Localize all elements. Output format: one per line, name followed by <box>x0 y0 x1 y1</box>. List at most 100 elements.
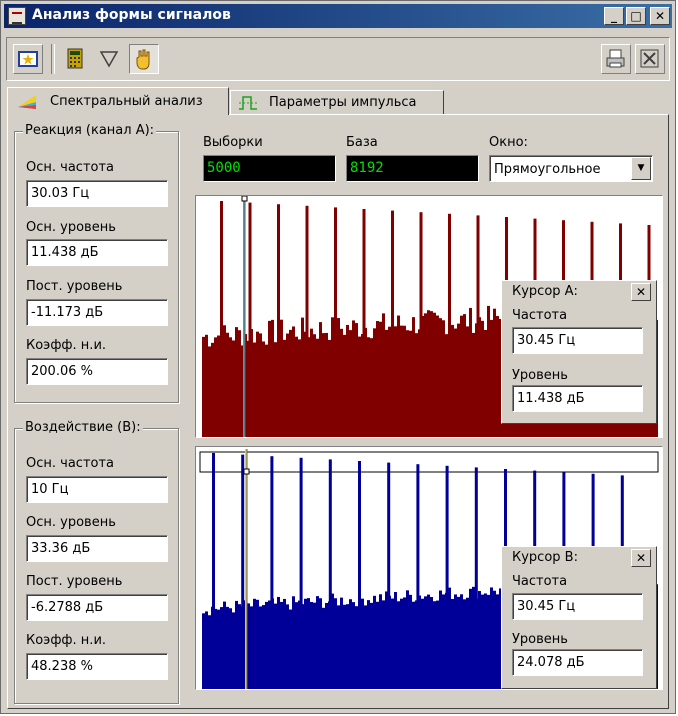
dc-level-field[interactable]: -6.2788 дБ <box>26 594 168 621</box>
spectrum-bar <box>253 342 256 437</box>
spectrum-bar <box>202 336 205 437</box>
spectrum-bar <box>265 344 268 437</box>
spectrum-bar <box>349 330 352 437</box>
calculator-button[interactable] <box>61 44 91 74</box>
spectrum-bar <box>463 314 466 437</box>
spectrum-bar <box>457 596 460 689</box>
hand-button[interactable] <box>129 44 159 74</box>
spectrum-bar <box>370 602 373 689</box>
spectrum-bar <box>250 606 253 689</box>
thd-field[interactable]: 200.06 % <box>26 358 168 385</box>
spectrum-bar <box>457 323 460 437</box>
spectrum-bar <box>370 338 373 437</box>
spectrum-bar <box>280 319 283 437</box>
harmonic-peak <box>476 215 480 437</box>
harmonic-peak <box>387 462 391 689</box>
tab-spectral-analysis[interactable]: Спектральный анализ <box>7 87 229 115</box>
spectrum-bar <box>289 609 292 689</box>
samples-label: Выборки <box>203 135 263 150</box>
cursor-b-frequency[interactable]: 30.45 Гц <box>512 593 643 620</box>
open-button[interactable] <box>13 44 43 74</box>
field-label: Уровень <box>512 368 568 383</box>
harmonic-peak <box>248 202 252 437</box>
spectrum-bar <box>427 594 430 689</box>
spectrum-bar <box>409 330 412 437</box>
spectrum-bar <box>400 325 403 437</box>
spectrum-bar <box>217 335 220 437</box>
print-icon <box>606 49 625 68</box>
minimize-button[interactable]: _ <box>604 7 624 25</box>
harmonic-peak <box>328 459 332 689</box>
spectrum-bar <box>466 326 469 437</box>
spectrum-bar <box>496 594 499 689</box>
spectrum-bar <box>466 597 469 689</box>
field-label: Осн. уровень <box>26 220 116 235</box>
spectrum-bar <box>235 600 238 689</box>
field-label: Частота <box>512 308 568 323</box>
base-display: 8192 <box>346 155 479 182</box>
spectrum-bar <box>316 596 319 689</box>
harmonic-peak <box>334 207 337 437</box>
exit-button[interactable] <box>635 44 665 74</box>
cursor-a-level[interactable]: 11.438 дБ <box>512 385 643 412</box>
spectrum-bar <box>274 603 277 689</box>
harmonic-peak <box>445 465 449 689</box>
spectrum-bar <box>442 320 445 437</box>
spectrum-bar <box>400 598 403 689</box>
spectrum-bar <box>430 311 433 437</box>
fundamental-frequency-field[interactable]: 10 Гц <box>26 476 168 503</box>
dc-level-field[interactable]: -11.173 дБ <box>26 299 168 326</box>
spectrum-bar <box>481 320 484 437</box>
cursor-b-level[interactable]: 24.078 дБ <box>512 649 643 676</box>
spectrum-bar <box>340 328 343 437</box>
spectrum-bar <box>403 597 406 689</box>
plot-marker-frame <box>199 451 659 473</box>
spectrum-bar <box>316 338 319 437</box>
field-label: Коэфф. н.и. <box>26 338 107 353</box>
harmonic-peak <box>277 204 280 437</box>
spectrum-bar <box>232 340 235 437</box>
spectrum-bar <box>304 598 307 689</box>
title-bar: Анализ формы сигналов _ □ ✕ <box>4 4 672 28</box>
spectrum-bar <box>322 333 325 437</box>
spectrum-bar <box>295 336 298 437</box>
spectrum-plot-b[interactable]: Курсор B: ✕ Частота 30.45 Гц Уровень 24.… <box>195 446 663 690</box>
chevron-down-icon[interactable]: ▼ <box>631 157 651 180</box>
fundamental-level-field[interactable]: 33.36 дБ <box>26 535 168 562</box>
tab-strip: Спектральный анализ Параметры импульса <box>7 87 667 115</box>
spectrum-bar <box>373 328 376 437</box>
spectrum-bar <box>310 602 313 689</box>
spectrum-bar <box>379 321 382 437</box>
print-button[interactable] <box>601 44 631 74</box>
spectrum-bar <box>223 325 226 437</box>
spectrum-bar <box>334 598 337 689</box>
toolbar-separator <box>51 44 55 74</box>
group-title: Воздействие (B): <box>23 420 143 435</box>
spectrum-bar <box>274 342 277 437</box>
spectrum-bar <box>406 590 409 689</box>
spectrum-plot-a[interactable]: Курсор А: ✕ Частота 30.45 Гц Уровень 11.… <box>195 195 663 438</box>
harmonic-peak <box>416 464 420 689</box>
close-icon[interactable]: ✕ <box>631 549 651 567</box>
fundamental-level-field[interactable]: 11.438 дБ <box>26 239 168 266</box>
tab-pulse-parameters[interactable]: Параметры импульса <box>230 90 444 115</box>
spectrum-bar <box>382 313 385 437</box>
spectrum-bar <box>259 333 262 437</box>
spectrum-bar <box>262 605 265 689</box>
thd-field[interactable]: 48.238 % <box>26 653 168 680</box>
harmonic-peak <box>270 456 274 689</box>
window-select[interactable]: Прямоугольное ▼ <box>489 155 653 182</box>
spectrum-bar <box>490 587 493 689</box>
filter-button[interactable] <box>95 44 125 74</box>
fundamental-frequency-field[interactable]: 30.03 Гц <box>26 180 168 207</box>
close-icon[interactable]: ✕ <box>631 283 651 301</box>
maximize-button[interactable]: □ <box>626 7 646 25</box>
spectrum-bar <box>325 603 328 689</box>
cursor-a-frequency[interactable]: 30.45 Гц <box>512 327 643 354</box>
spectrum-bar <box>436 600 439 689</box>
spectrum-bar <box>367 337 370 437</box>
close-button[interactable]: ✕ <box>650 7 670 25</box>
spectrum-bar <box>325 332 328 437</box>
spectrum-bar <box>463 599 466 689</box>
spectrum-bar <box>238 330 241 437</box>
